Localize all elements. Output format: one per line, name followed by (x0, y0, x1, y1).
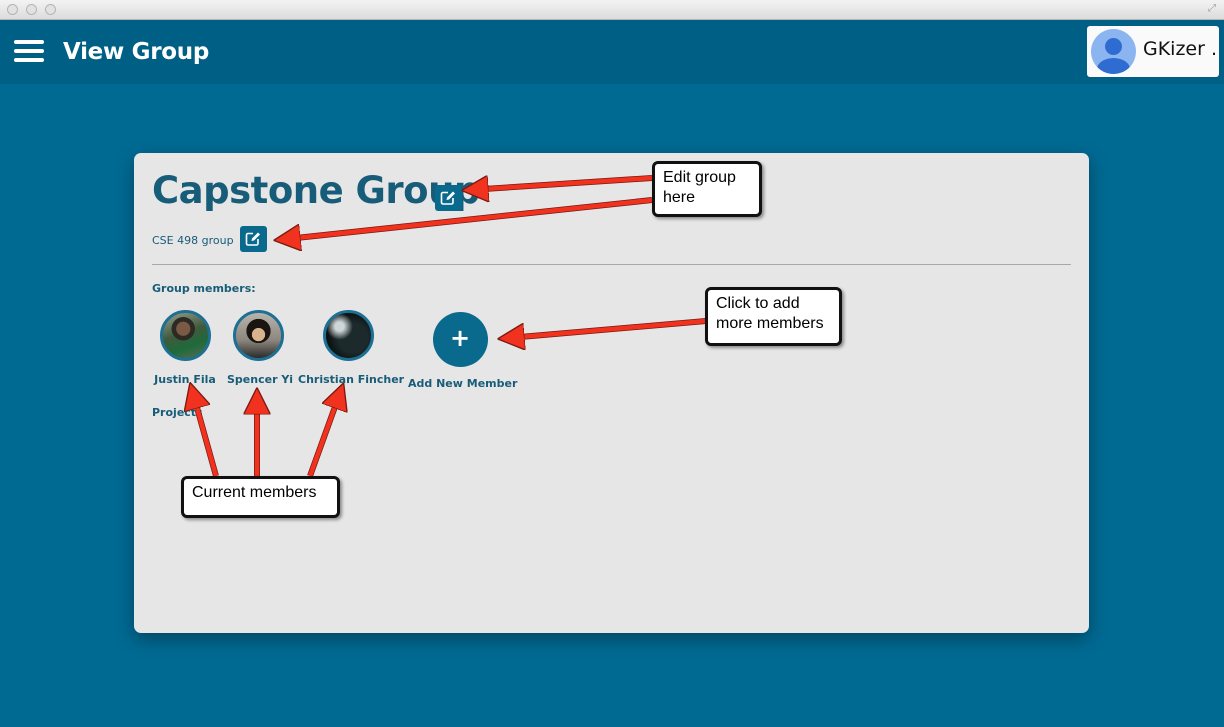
group-card: Capstone Group CSE 498 group Group membe… (134, 153, 1089, 633)
plus-icon: + (432, 312, 488, 367)
page-title: View Group (63, 39, 209, 65)
add-member-label: Add New Member (408, 377, 518, 390)
window-close-button[interactable] (7, 4, 18, 15)
member-spencer-yi[interactable]: Spencer Yi (227, 310, 294, 386)
callout-edit-group: Edit group here (652, 161, 762, 217)
divider (152, 264, 1071, 265)
member-christian-fincher[interactable]: Christian Fincher (298, 310, 405, 386)
group-name: Capstone Group (152, 169, 480, 212)
members-heading: Group members: (152, 282, 256, 295)
edit-pencil-icon (440, 191, 455, 205)
user-name: GKizer . (1143, 38, 1218, 60)
callout-current-members: Current members (181, 476, 340, 518)
window-zoom-button[interactable] (45, 4, 56, 15)
member-avatar (322, 310, 374, 361)
user-account-button[interactable]: GKizer . (1087, 26, 1219, 77)
add-member-button[interactable]: + Add New Member (408, 312, 518, 390)
app-header: View Group GKizer . (0, 20, 1224, 84)
group-description: CSE 498 group (152, 234, 234, 247)
member-name: Spencer Yi (227, 373, 294, 386)
callout-add-members: Click to add more members (705, 287, 842, 346)
member-avatar (159, 310, 211, 361)
member-avatar (232, 310, 284, 361)
edit-group-description-button[interactable] (240, 226, 267, 252)
user-avatar-icon (1091, 29, 1136, 74)
member-name: Christian Fincher (298, 373, 405, 386)
window-titlebar: ⤢ (0, 0, 1224, 20)
member-name: Justin Fila (154, 373, 216, 386)
edit-pencil-icon (245, 232, 260, 246)
window-minimize-button[interactable] (26, 4, 37, 15)
member-justin-fila[interactable]: Justin Fila (154, 310, 216, 386)
fullscreen-icon[interactable]: ⤢ (1206, 3, 1218, 15)
hamburger-menu-icon[interactable] (14, 40, 44, 64)
edit-group-name-button[interactable] (435, 185, 462, 211)
projects-heading: Projects (152, 406, 203, 419)
